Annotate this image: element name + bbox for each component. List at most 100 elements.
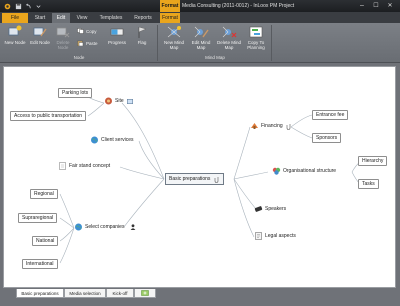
node-regional[interactable]: Regional [30, 189, 58, 199]
paste-button[interactable]: Paste [77, 39, 98, 47]
central-node[interactable]: Basic preparations [165, 173, 225, 185]
person-icon [131, 224, 136, 230]
node-financing-label: Financing [261, 123, 283, 129]
node-entrance-fee[interactable]: Entrance fee [312, 110, 349, 120]
tab-media-selection[interactable]: Media selection [64, 289, 106, 298]
delete-node-icon [56, 27, 70, 38]
node-sponsors[interactable]: Sponsors [312, 133, 342, 143]
tab-templates[interactable]: Templates [94, 13, 128, 23]
new-node-icon [8, 25, 22, 36]
node-select-companies-label: Select companies [85, 224, 125, 230]
paperclip-icon [215, 176, 219, 183]
node-organisational-structure[interactable]: Organisational structure [272, 167, 336, 175]
flag-label: Flag [137, 40, 147, 45]
node-speakers[interactable]: Speakers [254, 205, 286, 213]
minimize-button[interactable]: – [356, 1, 368, 10]
legal-document-icon [255, 232, 262, 240]
ribbon-tabs: File Start Edit View Templates Reports F… [0, 12, 400, 23]
delete-mind-map-button[interactable]: Delete Mind Map [216, 25, 242, 55]
tab-basic-preparations[interactable]: Basic preparations [16, 289, 64, 298]
progress-icon [110, 28, 124, 36]
new-mind-map-label: New Mind Map [163, 40, 184, 50]
node-group-label: Node [73, 55, 85, 60]
close-button[interactable]: ✕ [384, 1, 396, 10]
new-mind-map-button[interactable]: New Mind Map [162, 25, 186, 55]
org-chart-icon [272, 167, 281, 175]
paste-label: Paste [86, 40, 98, 46]
node-tasks-label: Tasks [362, 181, 375, 187]
add-mind-map-tab[interactable] [134, 289, 156, 298]
node-international-label: International [26, 261, 54, 267]
node-legal-aspects[interactable]: Legal aspects [254, 232, 296, 240]
progress-label: Progress [107, 40, 126, 45]
node-parking-lots[interactable]: Parking lots [58, 88, 93, 98]
node-site[interactable]: Site [104, 97, 133, 105]
node-fair-stand-concept[interactable]: Fair stand concept [58, 162, 110, 170]
tab-file[interactable]: File [2, 13, 28, 23]
node-national[interactable]: National [32, 236, 59, 246]
ribbon-separator [157, 25, 158, 61]
copy-button[interactable]: Copy [77, 27, 97, 35]
central-node-label: Basic preparations [169, 176, 211, 182]
new-node-label: New Node [4, 40, 26, 45]
progress-button[interactable]: Progress [104, 25, 130, 55]
paste-icon [77, 40, 84, 46]
node-select-companies[interactable]: Select companies [74, 223, 136, 231]
ribbon-separator [271, 25, 272, 61]
node-client-services-label: Client services [101, 137, 134, 143]
delete-mind-map-icon [222, 26, 237, 38]
new-mind-map-icon [167, 26, 181, 38]
save-icon[interactable] [14, 2, 22, 10]
delete-node-label: Delete Node [56, 40, 70, 50]
node-supraregional-label: Supraregional [22, 215, 54, 221]
node-fair-stand-label: Fair stand concept [69, 163, 111, 169]
node-parking-lots-label: Parking lots [62, 90, 89, 96]
paperclip-icon [286, 123, 290, 130]
node-international[interactable]: International [22, 259, 58, 269]
node-hierarchy-label: Hierarchy [362, 158, 384, 164]
globe-icon [75, 223, 82, 231]
edit-node-button[interactable]: Edit Node [29, 25, 51, 55]
financing-icon [251, 123, 258, 129]
undo-icon[interactable] [24, 2, 32, 10]
new-node-button[interactable]: New Node [4, 25, 26, 55]
node-hierarchy[interactable]: Hierarchy [358, 156, 388, 166]
mind-map-tabs: Basic preparations Media selection Kick-… [0, 288, 400, 306]
node-supraregional[interactable]: Supraregional [18, 213, 58, 223]
add-tab-icon [141, 290, 149, 296]
app-logo-icon [3, 2, 11, 10]
note-icon [126, 98, 133, 104]
globe-icon [91, 136, 98, 144]
tab-start[interactable]: Start [30, 13, 50, 23]
site-icon [105, 97, 112, 105]
node-site-label: Site [115, 98, 124, 104]
edit-mind-map-button[interactable]: Edit Mind Map [188, 25, 214, 55]
tab-format[interactable]: Format [160, 13, 180, 23]
mind-map-canvas[interactable]: Basic preparations Site Parking lots Acc… [3, 66, 396, 288]
tab-reports[interactable]: Reports [130, 13, 156, 23]
title-bar: Format Media Consulting (2011-0012) - In… [0, 0, 400, 12]
node-regional-label: Regional [34, 191, 54, 197]
tab-edit[interactable]: Edit [52, 13, 70, 23]
qat-dropdown-icon[interactable] [34, 2, 42, 10]
node-access-public-transport[interactable]: Access to public transportation [10, 111, 87, 121]
node-access-label: Access to public transportation [14, 113, 83, 119]
edit-node-icon [33, 27, 47, 37]
window-title: Media Consulting (2011-0012) - InLoox PM… [182, 3, 295, 9]
ribbon: New Node Edit Node Delete Node Copy Past… [0, 23, 400, 63]
flag-button[interactable]: Flag [132, 25, 152, 55]
node-financing[interactable]: Financing [250, 122, 292, 130]
copy-to-planning-label: Copy To Planning [247, 40, 265, 50]
delete-mind-map-label: Delete Mind Map [216, 40, 241, 50]
node-tasks[interactable]: Tasks [358, 179, 379, 189]
edit-node-label: Edit Node [30, 40, 50, 45]
copy-to-planning-button[interactable]: Copy To Planning [244, 25, 268, 55]
maximize-button[interactable]: ☐ [370, 1, 382, 10]
tab-kick-off[interactable]: Kick-off [106, 289, 134, 298]
node-client-services[interactable]: Client services [90, 136, 134, 144]
delete-node-button[interactable]: Delete Node [53, 25, 73, 55]
copy-to-planning-icon [249, 26, 263, 38]
copy-icon [77, 28, 84, 34]
tab-view[interactable]: View [72, 13, 92, 23]
node-speakers-label: Speakers [265, 206, 287, 212]
